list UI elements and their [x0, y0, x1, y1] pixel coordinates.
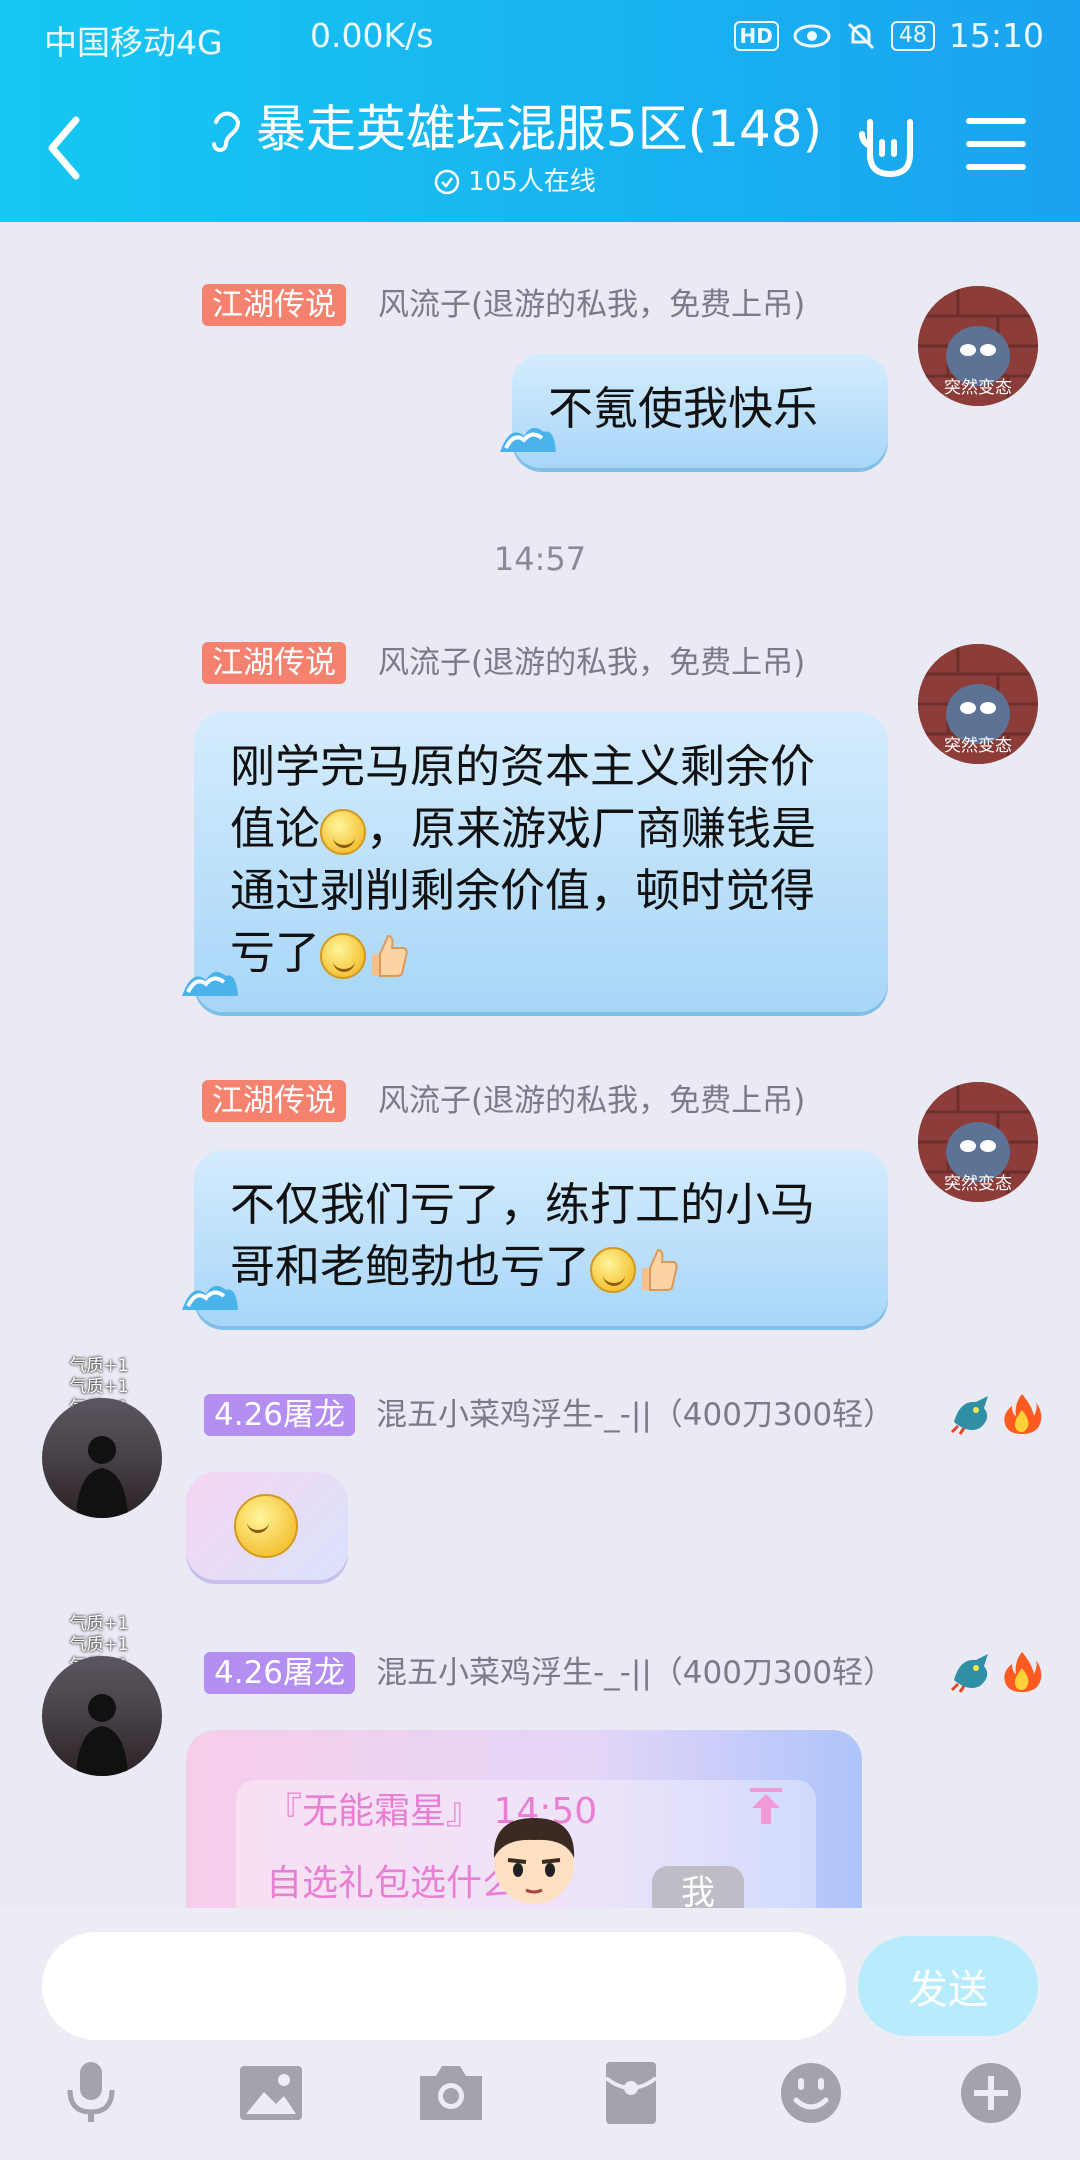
avatar[interactable]: [42, 1656, 162, 1776]
back-arrow-icon[interactable]: [40, 108, 100, 188]
ear-icon: [211, 111, 240, 152]
nickname: 风流子(退游的私我，免费上吊): [378, 1083, 806, 1119]
hd-icon: HD: [733, 20, 779, 51]
message-input[interactable]: [42, 1932, 846, 2040]
title-tag: 4.26屠龙: [204, 1394, 356, 1436]
title-tag: 4.26屠龙: [204, 1652, 356, 1694]
cartoon-boy-sticker-icon: [493, 1818, 575, 1904]
camera-icon[interactable]: [416, 2058, 486, 2128]
thumbs-up-emoji-icon: [642, 1248, 678, 1291]
check-circle-icon: [434, 169, 460, 195]
thumbs-up-emoji-icon: [372, 934, 408, 977]
quality-label: 气质+1: [69, 1356, 129, 1376]
emoji-icon[interactable]: [776, 2058, 846, 2128]
group-title-text: 暴走英雄坛混服5区(148): [255, 100, 823, 158]
nickname: 混五小菜鸡浮生-_-||（400刀300轻）: [376, 1655, 895, 1691]
timestamp: 14:57: [493, 540, 587, 578]
red-packet-icon[interactable]: [596, 2058, 666, 2128]
eye-icon: [793, 24, 831, 47]
avatar-label: 突然变态: [944, 378, 1012, 398]
title-tag: 江湖传说: [202, 284, 346, 326]
title-block[interactable]: 暴走英雄坛混服5区(148) 105人在线: [190, 94, 840, 200]
wave-icon: [182, 1285, 238, 1310]
avatar[interactable]: 突然变态: [918, 1082, 1038, 1202]
chat-header: 中国移动4G 0.00K/s HD 48 15:10 暴走英雄坛混服5区(148…: [0, 0, 1080, 222]
avatar-label: 突然变态: [944, 736, 1012, 756]
online-status: 105人在线: [190, 164, 840, 200]
mute-bell-icon: [847, 22, 874, 49]
avatar[interactable]: 突然变态: [918, 286, 1038, 406]
pin-top-icon[interactable]: [746, 1786, 786, 1826]
message-text: 不氪使我快乐: [548, 382, 819, 435]
avatar[interactable]: [42, 1398, 162, 1518]
status-right: HD 48 15:10: [733, 16, 1044, 55]
silhouette-avatar-icon: [76, 1436, 128, 1518]
nickname: 风流子(退游的私我，免费上吊): [378, 287, 806, 323]
image-icon[interactable]: [236, 2058, 306, 2128]
mic-icon[interactable]: [56, 2058, 126, 2128]
group-title: 暴走英雄坛混服5区(148): [190, 94, 840, 164]
avatar[interactable]: 突然变态: [918, 644, 1038, 764]
status-bar: 中国移动4G 0.00K/s HD 48 15:10: [0, 0, 1080, 74]
me-indicator[interactable]: 我: [652, 1866, 744, 1908]
menu-icon[interactable]: [966, 118, 1026, 174]
toolbar: [0, 2058, 1080, 2158]
smirk-emoji-icon: [234, 1494, 298, 1558]
quality-label: 气质+1: [69, 1377, 129, 1397]
badge-group: [950, 1650, 1042, 1694]
title-tag: 江湖传说: [202, 642, 346, 684]
fire-badge-icon: [1004, 1394, 1042, 1434]
input-bar: 发送: [0, 1908, 1080, 2160]
title-tag: 江湖传说: [202, 1080, 346, 1122]
wave-icon: [500, 427, 556, 452]
dragon-badge-icon: [950, 1396, 988, 1435]
quality-label: 气质+1: [69, 1614, 129, 1634]
network-speed: 0.00K/s: [310, 16, 434, 55]
nickname: 混五小菜鸡浮生-_-||（400刀300轻）: [376, 1397, 895, 1433]
wave-icon: [182, 971, 238, 996]
message-bubble[interactable]: 不仅我们亏了，练打工的小马哥和老鲍勃也亏了: [194, 1150, 888, 1326]
dragon-badge-icon: [950, 1654, 988, 1693]
message-bubble[interactable]: 刚学完马原的资本主义剩余价值论 ，原来游戏厂商赚钱是通过剥削剩余价值，顿时觉得亏了: [194, 712, 888, 1012]
battery-indicator: 48: [890, 20, 935, 51]
plus-icon[interactable]: [956, 2058, 1026, 2128]
fire-badge-icon: [1004, 1652, 1042, 1692]
carrier-label: 中国移动4G: [44, 23, 223, 62]
online-count: 105人在线: [468, 167, 596, 197]
clock: 15:10: [948, 16, 1044, 55]
smirk-emoji-icon: [320, 809, 367, 855]
message-text: 不仅我们亏了，练打工的小马哥和老鲍勃也亏了: [230, 1178, 816, 1293]
rock-hand-icon[interactable]: [858, 112, 922, 182]
smirk-emoji-icon: [590, 1247, 637, 1293]
chat-area[interactable]: 江湖传说 风流子(退游的私我，免费上吊) 突然变态 不氪使我快乐 14:57 江…: [0, 222, 1080, 1908]
avatar-label: 突然变态: [944, 1174, 1012, 1194]
silhouette-avatar-icon: [76, 1694, 128, 1776]
send-button[interactable]: 发送: [858, 1936, 1038, 2036]
smirk-emoji-icon: [320, 933, 367, 979]
badge-group: [950, 1392, 1042, 1436]
message-bubble[interactable]: [186, 1472, 348, 1580]
nickname: 风流子(退游的私我，免费上吊): [378, 645, 806, 681]
message-bubble[interactable]: 不氪使我快乐: [512, 354, 888, 468]
quality-label: 气质+1: [69, 1635, 129, 1655]
nav-bar: 暴走英雄坛混服5区(148) 105人在线: [0, 88, 1080, 222]
